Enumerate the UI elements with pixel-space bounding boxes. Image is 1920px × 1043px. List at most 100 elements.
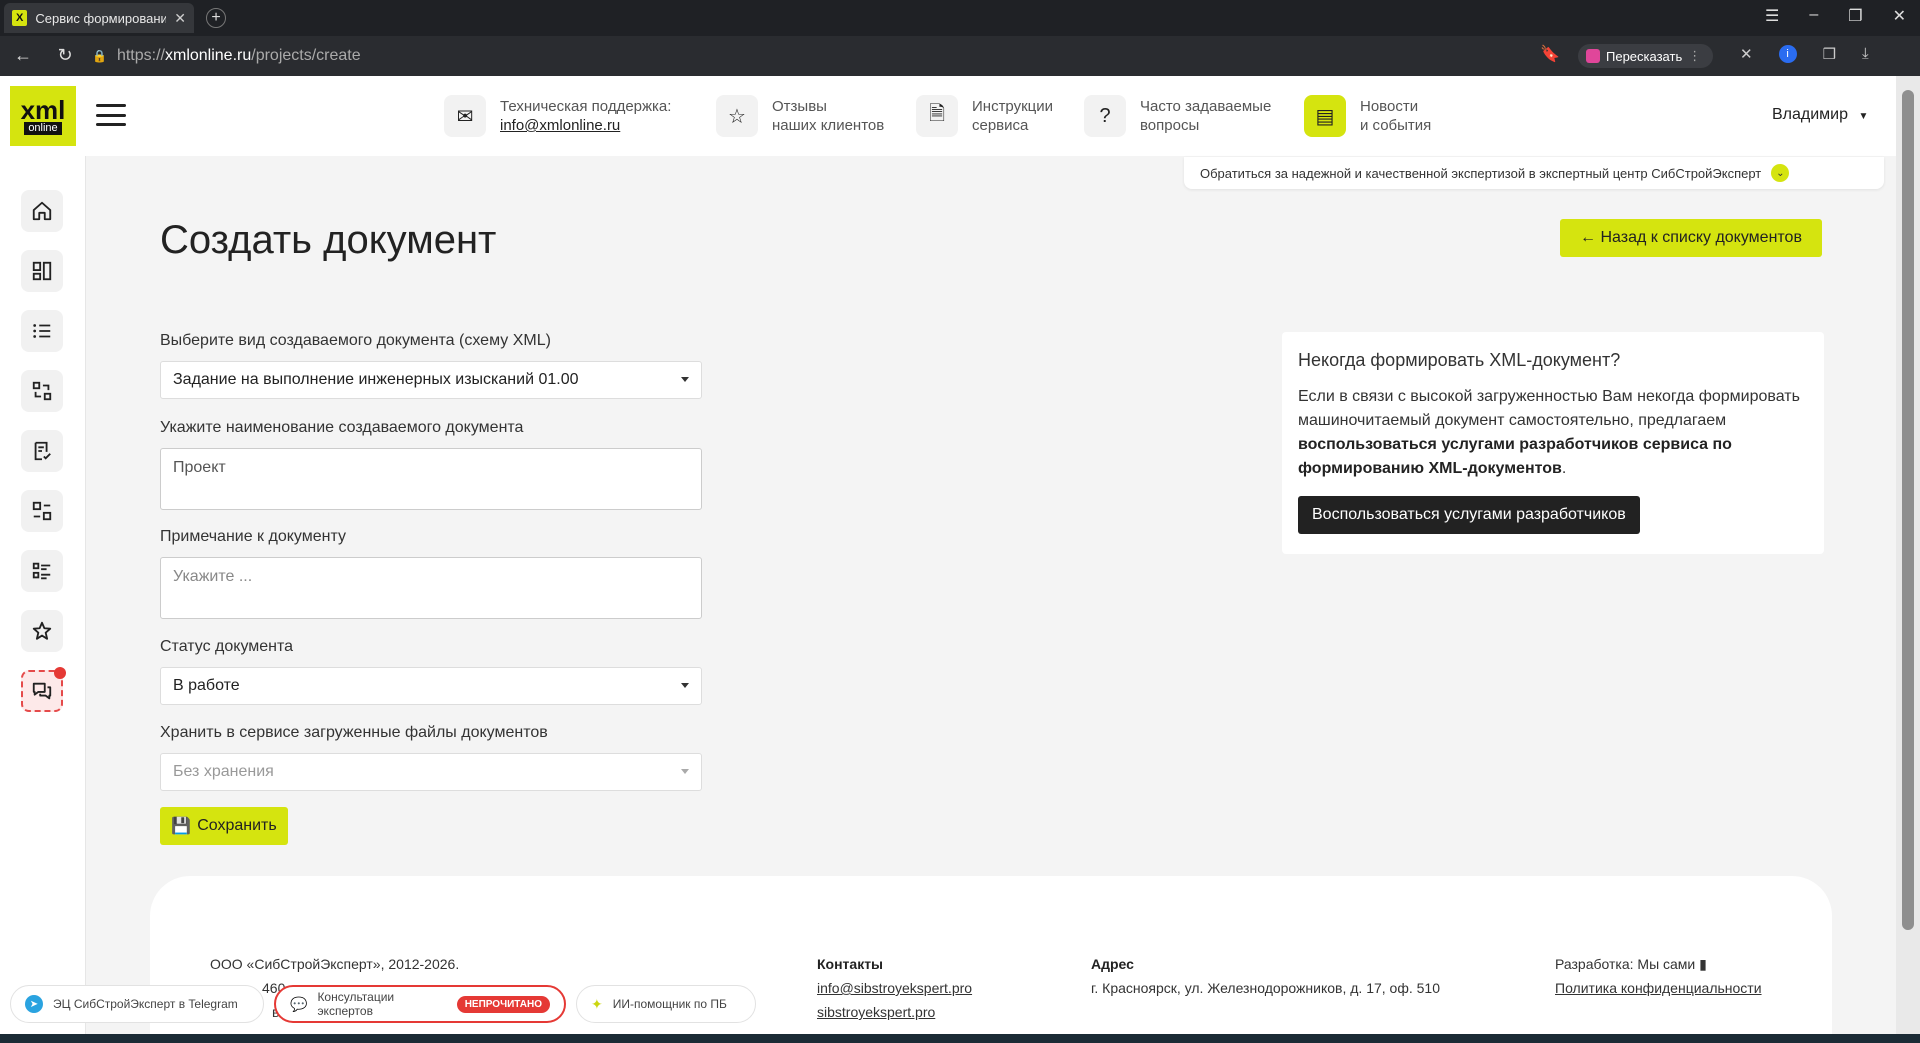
restore-icon[interactable]: ❐ (1848, 6, 1862, 26)
tab-title: Сервис формирования (35, 10, 167, 26)
url-field[interactable]: 🔒 https://xmlonline.ru/projects/create (92, 42, 1552, 70)
question-icon: ? (1084, 95, 1126, 137)
news-label-line1: Новости (1360, 98, 1419, 115)
caret-down-icon (681, 769, 689, 774)
site-logo[interactable]: xml online (10, 86, 76, 146)
retell-button[interactable]: Пересказать ⋮ (1578, 44, 1714, 68)
telegram-label: ЭЦ СибСтройЭксперт в Telegram (53, 997, 238, 1011)
floppy-disk-icon: 💾 (171, 818, 192, 835)
footer-site-link[interactable]: sibstroyekspert.pro (817, 1004, 935, 1020)
footer-email-link[interactable]: info@sibstroyekspert.pro (817, 980, 972, 996)
note-label: Примечание к документу (160, 528, 346, 545)
ai-assistant-button[interactable]: ✦ ИИ-помощник по ПБ (576, 985, 756, 1023)
home-icon (32, 201, 52, 221)
document-check-icon (34, 441, 51, 461)
status-label: Статус документа (160, 638, 294, 655)
footer-address: г. Красноярск, ул. Железнодорожников, д.… (1091, 980, 1441, 996)
list-icon (33, 324, 51, 338)
dashboard-icon (32, 261, 52, 281)
schema-label: Выберите вид создаваемого документа (схе… (160, 332, 551, 349)
ai-assistant-label: ИИ-помощник по ПБ (612, 997, 727, 1011)
footer-contacts-heading: Контакты (817, 956, 884, 972)
sidebar-dashboard[interactable] (21, 250, 63, 292)
expert-consultations-button[interactable]: 💬 Консультации экспертов НЕПРОЧИТАНО (274, 985, 566, 1023)
site-favicon-icon: X (12, 10, 28, 26)
reload-icon[interactable]: ↻ (54, 45, 76, 66)
reviews-label-line2: наших клиентов (772, 117, 885, 134)
downloads-icon[interactable]: ⤓ (1862, 45, 1869, 63)
sidebar-check[interactable] (21, 430, 63, 472)
support-email-link[interactable]: info@xmlonline.ru (500, 117, 620, 134)
bars-icon: ▮ (1699, 956, 1707, 972)
sidebar-checklist[interactable] (21, 550, 63, 592)
url-path: /projects/create (251, 47, 361, 64)
caret-down-icon (681, 377, 689, 382)
telegram-icon: ➤ (25, 995, 43, 1013)
footer-company: ООО «СибСтройЭксперт», 2012-2026. (210, 956, 460, 972)
more-icon[interactable]: ⋮ (1688, 48, 1701, 64)
doc-name-label: Укажите наименование создаваемого докуме… (160, 419, 524, 436)
page-title: Создать документ (160, 218, 497, 262)
hamburger-menu-icon[interactable] (96, 104, 126, 126)
storage-label: Хранить в сервисе загруженные файлы доку… (160, 724, 548, 741)
collections-icon[interactable]: ❒ (1823, 45, 1836, 63)
sidebar-compare[interactable] (21, 490, 63, 532)
extension-info-icon[interactable]: i (1778, 45, 1797, 63)
menu-icon[interactable]: ☰ (1765, 6, 1779, 26)
convert-icon (32, 381, 52, 401)
header-reviews[interactable]: ☆ Отзывы наших клиентов (716, 92, 884, 140)
back-to-list-button[interactable]: ← Назад к списку документов (1560, 219, 1822, 257)
logo-text-top: xml (20, 94, 66, 125)
status-select-value: В работе (173, 677, 240, 694)
promo-text: Обратиться за надежной и качественной эк… (1200, 165, 1762, 181)
privacy-policy-link[interactable]: Политика конфиденциальности (1555, 980, 1762, 996)
status-select[interactable]: В работе (160, 667, 702, 705)
close-window-icon[interactable]: ✕ (1893, 6, 1906, 26)
sidebar-documents-list[interactable] (21, 310, 63, 352)
browser-address-bar: ← ↻ 🔒 https://xmlonline.ru/projects/crea… (0, 36, 1920, 76)
card-text: Если в связи с высокой загруженностью Ва… (1298, 388, 1800, 477)
footer-address-heading: Адрес (1091, 956, 1134, 972)
instructions-label-line2: сервиса (972, 117, 1029, 134)
app-viewport: xml online ✉ Техническая поддержка: info… (0, 76, 1896, 1034)
doc-name-input[interactable]: Проект (160, 448, 702, 510)
sidebar-convert[interactable] (21, 370, 63, 412)
back-arrow-icon[interactable]: ← (12, 45, 34, 66)
extension-icons: ✕ i ❒ ⤓ (1740, 45, 1869, 63)
faq-label-line2: вопросы (1140, 117, 1200, 134)
header-support: ✉ Техническая поддержка: info@xmlonline.… (444, 92, 671, 140)
instructions-label-line1: Инструкции (972, 98, 1054, 115)
user-name: Владимир (1772, 106, 1849, 123)
bookmark-icon[interactable]: 🔖 (1540, 44, 1560, 64)
logo-text-bottom: online (24, 121, 62, 135)
page-scrollbar[interactable] (1896, 76, 1920, 1034)
note-textarea[interactable]: Укажите ... (160, 557, 702, 619)
new-tab-icon[interactable]: + (206, 8, 226, 28)
chat-icon (32, 682, 52, 700)
url-domain: xmlonline.ru (164, 47, 252, 64)
use-developer-services-button[interactable]: Воспользоваться услугами разработчиков (1298, 496, 1640, 534)
header-news[interactable]: ▤ Новости и события (1304, 92, 1431, 140)
browser-tab[interactable]: X Сервис формирования ✕ (4, 3, 194, 33)
scrollbar-thumb[interactable] (1902, 90, 1914, 930)
chevron-down-icon[interactable]: ⌄ (1771, 164, 1790, 182)
card-title: Некогда формировать XML-документ? (1298, 350, 1621, 370)
header-instructions[interactable]: 🗎 Инструкции сервиса (916, 92, 1053, 140)
checklist-icon (32, 562, 51, 580)
promo-banner[interactable]: Обратиться за надежной и качественной эк… (1184, 157, 1884, 189)
close-tab-icon[interactable]: ✕ (174, 10, 186, 27)
header-faq[interactable]: ? Часто задаваемые вопросы (1084, 92, 1271, 140)
save-button[interactable]: 💾 Сохранить (160, 807, 288, 845)
sidebar-favorites[interactable] (21, 610, 63, 652)
sidebar-home[interactable] (21, 190, 63, 232)
user-menu[interactable]: Владимир ▼ (1772, 106, 1868, 124)
schema-select[interactable]: Задание на выполнение инженерных изыскан… (160, 361, 702, 399)
extension-icon[interactable]: ✕ (1740, 45, 1753, 63)
url-scheme: https:// (116, 47, 165, 64)
storage-select[interactable]: Без хранения (160, 753, 702, 791)
sidebar-chat[interactable] (21, 667, 66, 712)
telegram-button[interactable]: ➤ ЭЦ СибСтройЭксперт в Telegram (10, 985, 264, 1023)
reviews-label-line1: Отзывы (772, 98, 827, 115)
developer-services-card: Некогда формировать XML-документ? Если в… (1282, 332, 1824, 554)
minimize-icon[interactable]: – (1809, 6, 1818, 26)
